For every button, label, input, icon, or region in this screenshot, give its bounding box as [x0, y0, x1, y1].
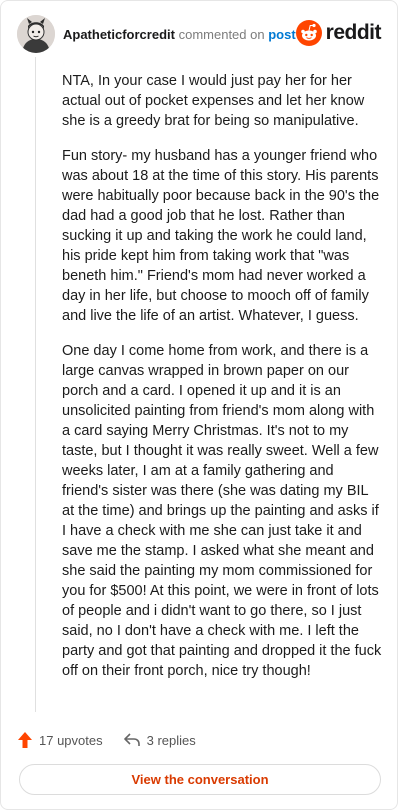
username-link[interactable]: Apatheticforcredit: [63, 27, 175, 42]
comment-paragraph: NTA, In your case I would just pay her f…: [62, 73, 365, 129]
comment-card: Apatheticforcredit commented on post red…: [0, 0, 398, 810]
thread-line: [35, 57, 36, 712]
comment-actions: 17 upvotes 3 replies: [17, 729, 216, 751]
comment-paragraph: One day I come home from work, and there…: [62, 343, 382, 679]
comment-meta: Apatheticforcredit commented on post: [63, 27, 296, 43]
post-link[interactable]: post: [268, 27, 295, 42]
reply-arrow-icon: [123, 733, 140, 746]
upvote-button[interactable]: 17 upvotes: [17, 731, 103, 749]
action-text: commented on: [178, 27, 265, 42]
replies-count: 3 replies: [146, 732, 196, 748]
reddit-wordmark: reddit: [325, 21, 382, 44]
replies-button[interactable]: 3 replies: [123, 732, 196, 748]
reddit-snoo-icon: [295, 20, 322, 46]
comment-paragraph: Fun story- my husband has a younger frie…: [62, 148, 380, 324]
view-conversation-button[interactable]: View the conversation: [19, 764, 381, 795]
upvote-count: 17 upvotes: [39, 732, 103, 748]
comment-body: NTA, In your case I would just pay her f…: [62, 71, 382, 696]
avatar-illustration-icon: [17, 15, 55, 53]
user-avatar[interactable]: [17, 15, 55, 53]
comment-header: Apatheticforcredit commented on post red…: [17, 15, 382, 55]
upvote-arrow-icon: [18, 732, 32, 748]
reddit-logo[interactable]: reddit: [295, 19, 382, 47]
